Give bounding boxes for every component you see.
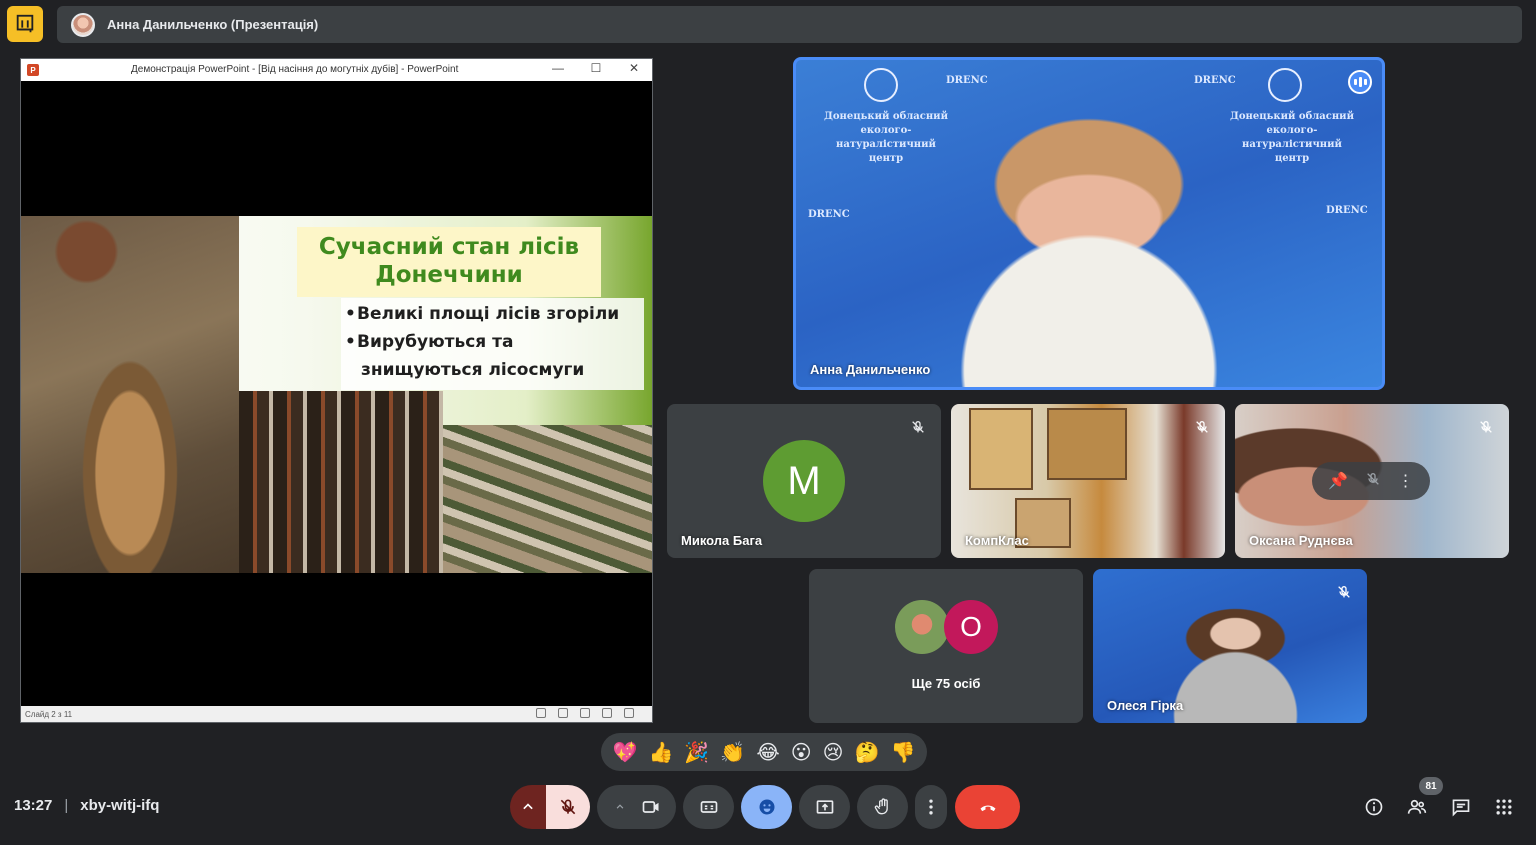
powerpoint-icon: P: [27, 64, 39, 76]
bg-org-text: Донецький обласний еколого-натуралістични…: [1229, 111, 1355, 164]
org-logo-icon: [864, 68, 898, 102]
mute-participant-icon[interactable]: [1365, 471, 1381, 492]
active-speaker-tile[interactable]: DRENC DRENC Донецький обласний еколого-на…: [793, 57, 1385, 390]
meeting-info: 13:27 | xby-witj-ifq: [14, 797, 159, 814]
participant-name: Оксана Руднєва: [1249, 533, 1353, 548]
wall-picture: [1047, 408, 1127, 480]
org-logo-icon: [1268, 68, 1302, 102]
ppt-window-title: Демонстрація PowerPoint - [Від насіння д…: [131, 64, 459, 75]
raise-hand-button[interactable]: [857, 785, 908, 829]
minimize-icon: —: [552, 61, 564, 75]
mic-toggle-button[interactable]: [546, 785, 590, 829]
slideshow-icon: [624, 708, 634, 718]
notes-icon: [536, 708, 546, 718]
more-participants-label: Ще 75 осіб: [911, 676, 981, 691]
slide-sorter-icon: [580, 708, 590, 718]
meeting-code: xby-witj-ifq: [80, 797, 160, 814]
close-icon: ✕: [628, 61, 640, 75]
reaction-party[interactable]: 🎉: [684, 742, 709, 762]
participant-photo-avatar: [895, 600, 949, 654]
reaction-sad[interactable]: 😢: [823, 742, 844, 762]
participants-count-badge: 81: [1419, 777, 1443, 795]
slide-bullets: • Великі площі лісів згоріли • Вирубуються…: [341, 298, 644, 390]
clock: 13:27: [14, 797, 53, 814]
present-screen-icon[interactable]: [7, 6, 43, 42]
maximize-icon: ☐: [590, 61, 602, 75]
participant-tile-oksana[interactable]: 📌 ⋮ Оксана Руднєва: [1235, 404, 1509, 558]
more-options-icon[interactable]: ⋮: [1398, 471, 1414, 491]
slide-title-line1: Сучасний стан лісів: [318, 234, 580, 260]
slide-title-line2: Донеччини: [375, 262, 523, 288]
bg-brand: DRENC: [1194, 75, 1236, 86]
presenter-label: Анна Данильченко (Презентація): [107, 17, 319, 32]
slide-photo-kids: [21, 216, 239, 573]
mic-off-icon: [1191, 416, 1213, 438]
reaction-laugh[interactable]: 😂: [756, 742, 779, 762]
mic-off-icon: [1475, 416, 1497, 438]
slide-photo-burnt-forest: [239, 391, 443, 573]
avatar: М: [763, 440, 845, 522]
bg-org-text: Донецький обласний еколого-натуралістични…: [823, 111, 949, 164]
audio-options-button[interactable]: [510, 785, 546, 829]
slide-bullet-1: Великі площі лісів згоріли: [357, 304, 620, 324]
chat-icon[interactable]: [1449, 795, 1473, 819]
reactions-button[interactable]: [741, 785, 792, 829]
slide: Сучасний стан лісів Донеччини • Великі пл…: [21, 216, 652, 573]
slide-title: Сучасний стан лісів Донеччини: [297, 227, 601, 297]
present-button[interactable]: [799, 785, 850, 829]
participant-name: Олеся Гірка: [1107, 698, 1184, 713]
presenter-avatar: [71, 12, 95, 37]
more-participants-tile[interactable]: О Ще 75 осіб: [809, 569, 1083, 723]
reaction-clap[interactable]: 👏: [720, 742, 745, 762]
reading-view-icon: [602, 708, 612, 718]
bg-brand: DRENC: [808, 209, 850, 220]
reaction-thumbs-up[interactable]: 👍: [648, 742, 673, 762]
speaker-name: Анна Данильченко: [810, 362, 931, 377]
normal-view-icon: [558, 708, 568, 718]
slide-bullet-2-cont: знищуються лісосмуги: [361, 360, 585, 380]
separator: |: [64, 797, 69, 814]
avatar: О: [944, 600, 998, 654]
participant-name: КомпКлас: [965, 533, 1029, 548]
slide-bullet-2: Вирубуються та: [357, 332, 514, 352]
shared-presentation: P Демонстрація PowerPoint - [Від насіння…: [20, 58, 653, 723]
slide-counter: Слайд 2 з 11: [25, 709, 73, 719]
wall-picture: [969, 408, 1033, 490]
bg-brand: DRENC: [1326, 205, 1368, 216]
more-options-button[interactable]: [915, 785, 947, 829]
reaction-thinking[interactable]: 🤔: [855, 742, 880, 762]
ppt-status-bar: Слайд 2 з 11: [21, 706, 652, 722]
meeting-details-icon[interactable]: [1362, 795, 1386, 819]
bg-brand: DRENC: [946, 75, 988, 86]
camera-button[interactable]: [597, 785, 676, 829]
reaction-heart[interactable]: 💖: [613, 742, 638, 762]
mic-off-icon: [907, 416, 929, 438]
activities-icon[interactable]: [1492, 795, 1516, 819]
participant-tile-kompklas[interactable]: КомпКлас: [951, 404, 1225, 558]
reaction-thumbs-down[interactable]: 👎: [891, 742, 916, 762]
tile-hover-controls: 📌 ⋮: [1312, 462, 1430, 500]
reaction-surprised[interactable]: 😮: [791, 742, 812, 762]
captions-button[interactable]: [683, 785, 734, 829]
participant-name: Микола Бага: [681, 533, 763, 548]
speaking-indicator-icon: [1348, 70, 1372, 94]
presenter-bar[interactable]: Анна Данильченко (Презентація): [57, 6, 1522, 43]
participant-tile-mykola[interactable]: М Микола Бага: [667, 404, 941, 558]
slide-photo-cut-trees: [443, 425, 652, 573]
people-icon[interactable]: [1405, 795, 1429, 819]
pin-icon[interactable]: 📌: [1328, 471, 1348, 491]
ppt-view-icons: [536, 708, 634, 718]
reactions-bar: 💖 👍 🎉 👏 😂 😮 😢 🤔 👎: [601, 733, 927, 771]
participant-tile-olesia[interactable]: Олеся Гірка: [1093, 569, 1367, 723]
ppt-titlebar: P Демонстрація PowerPoint - [Від насіння…: [21, 59, 652, 81]
end-call-button[interactable]: [955, 785, 1020, 829]
mic-off-icon: [1333, 581, 1355, 603]
